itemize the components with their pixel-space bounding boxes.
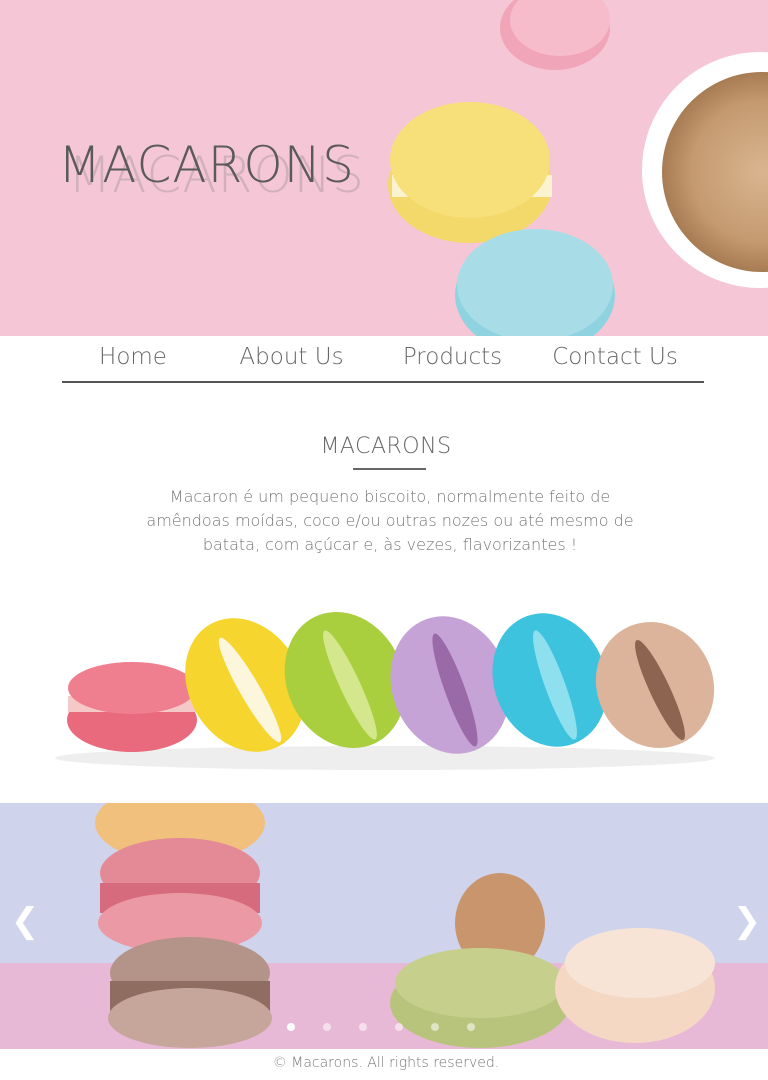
- title-underline: [353, 468, 426, 470]
- tan-macaron: [595, 622, 715, 748]
- carousel-slide-image: [0, 803, 768, 1049]
- intro-paragraph: Macaron é um pequeno biscoito, normalmen…: [146, 487, 634, 554]
- carousel-dot[interactable]: [431, 1023, 439, 1031]
- nav-contact-us[interactable]: Contact Us: [526, 336, 704, 381]
- main-navigation: Home About Us Products Contact Us: [62, 336, 704, 383]
- carousel-dot[interactable]: [287, 1023, 295, 1031]
- nav-home[interactable]: Home: [62, 336, 204, 381]
- pink-macaron: [67, 662, 197, 752]
- carousel-dot[interactable]: [395, 1023, 403, 1031]
- footer-copyright: © Macarons. All rights reserved.: [272, 1055, 500, 1071]
- hero-banner: MACARONS MACARONS: [0, 0, 768, 336]
- carousel-dot[interactable]: [359, 1023, 367, 1031]
- carousel-dot[interactable]: [323, 1023, 331, 1031]
- image-carousel: ❮ ❯: [0, 803, 768, 1049]
- carousel-next-icon[interactable]: ❯: [732, 901, 762, 941]
- carousel-dots: [287, 1023, 475, 1031]
- nav-about-us[interactable]: About Us: [204, 336, 379, 381]
- nav-products[interactable]: Products: [379, 336, 526, 381]
- section-title: MACARONS: [320, 434, 452, 459]
- hero-title: MACARONS: [58, 136, 355, 194]
- carousel-prev-icon[interactable]: ❮: [10, 901, 40, 941]
- carousel-dot[interactable]: [467, 1023, 475, 1031]
- macaron-row-image: [55, 611, 715, 770]
